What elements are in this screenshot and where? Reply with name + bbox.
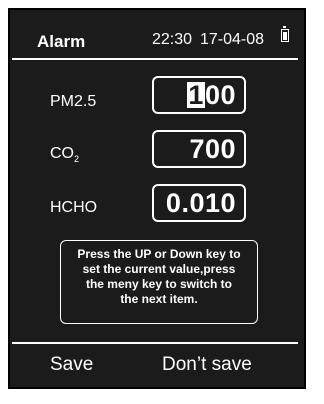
clock: 22:30 <box>152 31 193 48</box>
co2-value-field[interactable]: 700 <box>152 130 246 168</box>
footer-divider <box>12 342 298 344</box>
help-line: set the current value,press <box>82 262 236 276</box>
save-button[interactable]: Save <box>50 354 93 376</box>
battery-icon <box>281 26 289 42</box>
help-line: the next item. <box>120 292 198 306</box>
alarm-screen: Alarm 22:30 17-04-08 PM2.5 1 00 CO2 700 H… <box>8 8 306 389</box>
page-title: Alarm <box>37 32 86 51</box>
dont-save-button[interactable]: Don’t save <box>162 354 252 376</box>
header: Alarm 22:30 17-04-08 <box>10 10 304 58</box>
help-line: Press the UP or Down key to <box>77 247 241 261</box>
pm25-cursor-digit: 1 <box>187 80 205 110</box>
header-divider <box>12 58 298 60</box>
hcho-value-field[interactable]: 0.010 <box>152 184 246 222</box>
help-message: Press the UP or Down key to set the curr… <box>60 240 258 324</box>
pm25-value-rest: 00 <box>204 79 236 110</box>
pm25-label: PM2.5 <box>50 93 97 110</box>
hcho-label: HCHO <box>50 199 98 216</box>
co2-label: CO2 <box>50 145 80 165</box>
date: 17-04-08 <box>200 31 265 48</box>
help-line: the meny key to switch to <box>85 277 233 291</box>
pm25-value-field[interactable]: 1 00 <box>152 76 246 114</box>
